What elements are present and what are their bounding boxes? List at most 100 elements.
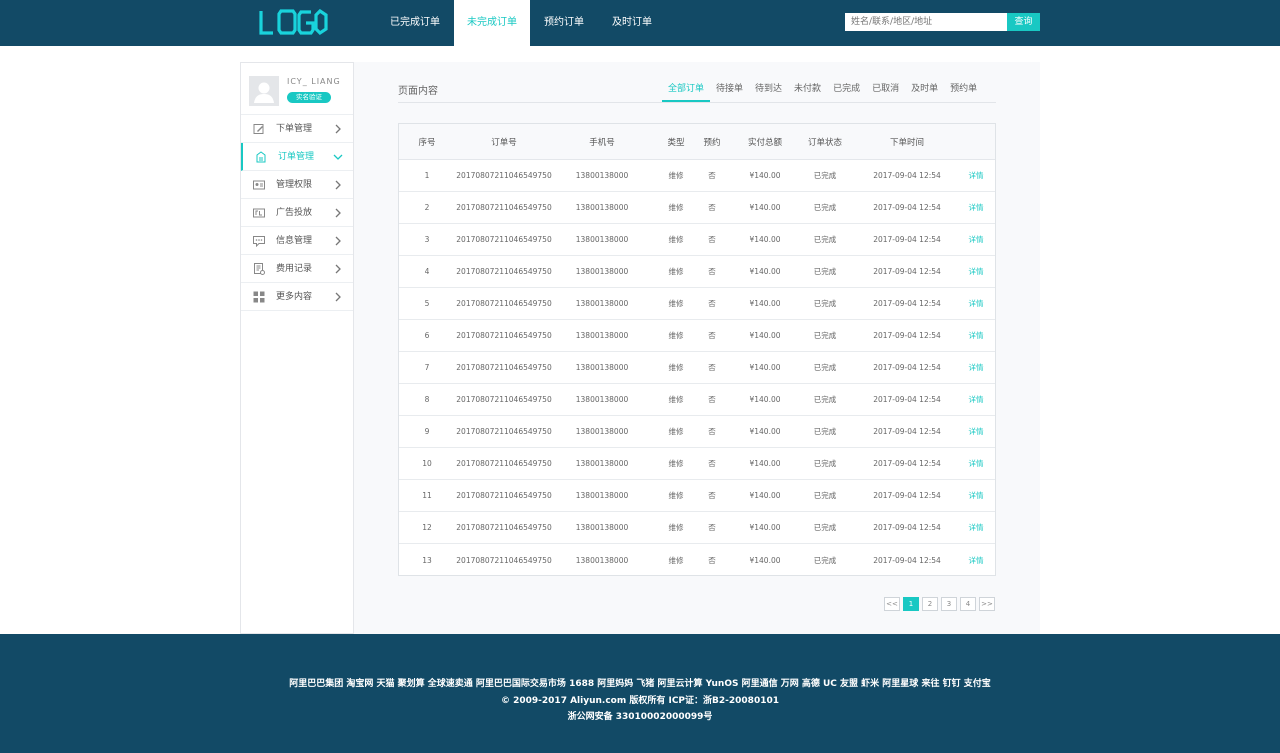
table-row: 9 20170807211046549750 13800138000 维修否 ¥140.… — [399, 416, 995, 448]
sidebar-item-label: 下单管理 — [276, 124, 313, 134]
cell-order-time: 2017-09-04 12:54 — [873, 203, 941, 212]
cell-status: 已完成 — [813, 491, 837, 500]
cell-amount: ¥140.00 — [749, 267, 781, 276]
cell-amount: ¥140.00 — [749, 523, 781, 532]
footer-links[interactable]: 阿里巴巴集团 淘宝网 天猫 聚划算 全球速卖通 阿里巴巴国际交易市场 1688 … — [0, 676, 1280, 689]
cell-status: 已完成 — [813, 555, 837, 565]
detail-link[interactable]: 详情 — [957, 416, 995, 447]
cell-status: 已完成 — [813, 459, 837, 468]
table-row: 2 20170807211046549750 13800138000 维修否 ¥140.… — [399, 192, 995, 224]
verified-badge: 实名验证 — [287, 92, 331, 103]
page-button[interactable]: 3 — [941, 597, 957, 611]
cell-amount: ¥140.00 — [749, 555, 781, 565]
cell-seq: 1 — [424, 171, 430, 180]
filter-instant[interactable]: 及时单 — [905, 82, 944, 102]
page-button[interactable]: 1 — [903, 597, 919, 611]
detail-link[interactable]: 详情 — [957, 448, 995, 479]
sidebar-item-label: 费用记录 — [276, 264, 313, 274]
filter-unpaid[interactable]: 未付款 — [788, 82, 827, 102]
cell-seq: 7 — [424, 363, 430, 372]
search-button[interactable]: 查询 — [1007, 13, 1040, 31]
order-filter-tabs: 全部订单 待接单 待到达 未付款 已完成 已取消 及时单 预约单 — [662, 82, 983, 102]
sidebar-menu: 下单管理 订单管理 管理权限 广告投放 信息管理 费用记录 更多内容 — [241, 115, 353, 311]
detail-link[interactable]: 详情 — [957, 512, 995, 543]
page-button[interactable]: 4 — [960, 597, 976, 611]
tab-reserved-orders[interactable]: 预约订单 — [530, 0, 598, 46]
cell-phone: 13800138000 — [575, 299, 629, 308]
filter-completed[interactable]: 已完成 — [827, 82, 866, 102]
message-icon — [253, 236, 265, 247]
tab-instant-orders[interactable]: 及时订单 — [598, 0, 666, 46]
filter-awaiting-acceptance[interactable]: 待接单 — [710, 82, 749, 102]
cell-seq: 11 — [422, 491, 432, 500]
cell-amount: ¥140.00 — [749, 363, 781, 372]
column-header: 序号 — [418, 137, 436, 148]
receipt-icon — [254, 263, 265, 275]
detail-link[interactable]: 详情 — [957, 192, 995, 223]
cell-amount: ¥140.00 — [749, 235, 781, 244]
sidebar: ICY_ LIANG 实名验证 下单管理 订单管理 管理权限 广告投放 信息管理 — [240, 62, 354, 634]
top-nav: 已完成订单 未完成订单 预约订单 及时订单 — [376, 0, 666, 46]
filter-cancelled[interactable]: 已取消 — [866, 82, 905, 102]
cell-seq: 2 — [424, 203, 430, 212]
prev-page-button[interactable]: << — [884, 597, 900, 611]
user-avatar-icon — [249, 76, 279, 106]
footer-copyright: © 2009-2017 Aliyun.com 版权所有 ICP证：浙B2-200… — [500, 696, 779, 706]
detail-link[interactable]: 详情 — [957, 224, 995, 255]
detail-link[interactable]: 详情 — [957, 480, 995, 511]
id-card-icon — [253, 180, 265, 190]
cell-phone: 13800138000 — [575, 331, 629, 340]
sidebar-item-label: 信息管理 — [276, 236, 313, 246]
cell-reserve: 否 — [708, 267, 716, 276]
cell-reserve: 否 — [708, 363, 716, 372]
avatar[interactable] — [249, 76, 279, 106]
footer-beian: 浙公网安备 33010002000099号 — [567, 712, 713, 722]
detail-link[interactable]: 详情 — [957, 160, 995, 191]
tab-completed-orders[interactable]: 已完成订单 — [376, 0, 454, 46]
logo[interactable] — [258, 9, 330, 37]
sidebar-item-expense-records[interactable]: 费用记录 — [241, 255, 353, 283]
page-button[interactable]: 2 — [922, 597, 938, 611]
cell-status: 已完成 — [813, 235, 837, 244]
cell-reserve: 否 — [708, 427, 716, 436]
user-profile: ICY_ LIANG 实名验证 — [241, 63, 353, 115]
table-row: 3 20170807211046549750 13800138000 维修否 ¥140.… — [399, 224, 995, 256]
username: ICY_ LIANG — [287, 77, 341, 86]
sidebar-item-label: 更多内容 — [276, 292, 313, 302]
sidebar-item-label: 订单管理 — [278, 152, 315, 162]
detail-link[interactable]: 详情 — [957, 384, 995, 415]
sidebar-item-permissions[interactable]: 管理权限 — [241, 171, 353, 199]
sidebar-item-info-management[interactable]: 信息管理 — [241, 227, 353, 255]
detail-link[interactable]: 详情 — [957, 544, 995, 576]
detail-link[interactable]: 详情 — [957, 320, 995, 351]
cell-status: 已完成 — [813, 427, 837, 436]
cell-order-time: 2017-09-04 12:54 — [873, 171, 941, 180]
cell-order-number: 20170807211046549750 — [456, 395, 552, 404]
cell-order-time: 2017-09-04 12:54 — [873, 331, 941, 340]
cell-phone: 13800138000 — [575, 171, 629, 180]
cell-seq: 8 — [424, 395, 430, 404]
detail-link[interactable]: 详情 — [957, 352, 995, 383]
filter-all-orders[interactable]: 全部订单 — [662, 82, 711, 102]
cell-order-number: 20170807211046549750 — [456, 555, 552, 565]
filter-reserved[interactable]: 预约单 — [944, 82, 983, 102]
cell-seq: 4 — [424, 267, 430, 276]
detail-link[interactable]: 详情 — [957, 288, 995, 319]
search-input[interactable] — [845, 13, 1007, 31]
cell-order-number: 20170807211046549750 — [456, 491, 552, 500]
filter-awaiting-arrival[interactable]: 待到达 — [749, 82, 788, 102]
cell-status: 已完成 — [813, 363, 837, 372]
cell-status: 已完成 — [813, 171, 837, 180]
sidebar-item-more-content[interactable]: 更多内容 — [241, 283, 353, 311]
cell-seq: 9 — [424, 427, 430, 436]
sidebar-item-place-order[interactable]: 下单管理 — [241, 115, 353, 143]
next-page-button[interactable]: >> — [979, 597, 995, 611]
tab-pending-orders[interactable]: 未完成订单 — [454, 0, 530, 46]
sidebar-item-advertising[interactable]: 广告投放 — [241, 199, 353, 227]
chevron-right-icon — [335, 292, 341, 302]
sidebar-item-order-management[interactable]: 订单管理 — [241, 143, 353, 171]
column-header: 实付总额 — [747, 137, 782, 148]
detail-link[interactable]: 详情 — [957, 256, 995, 287]
cell-reserve: 否 — [708, 171, 716, 180]
cell-order-time: 2017-09-04 12:54 — [873, 523, 941, 532]
